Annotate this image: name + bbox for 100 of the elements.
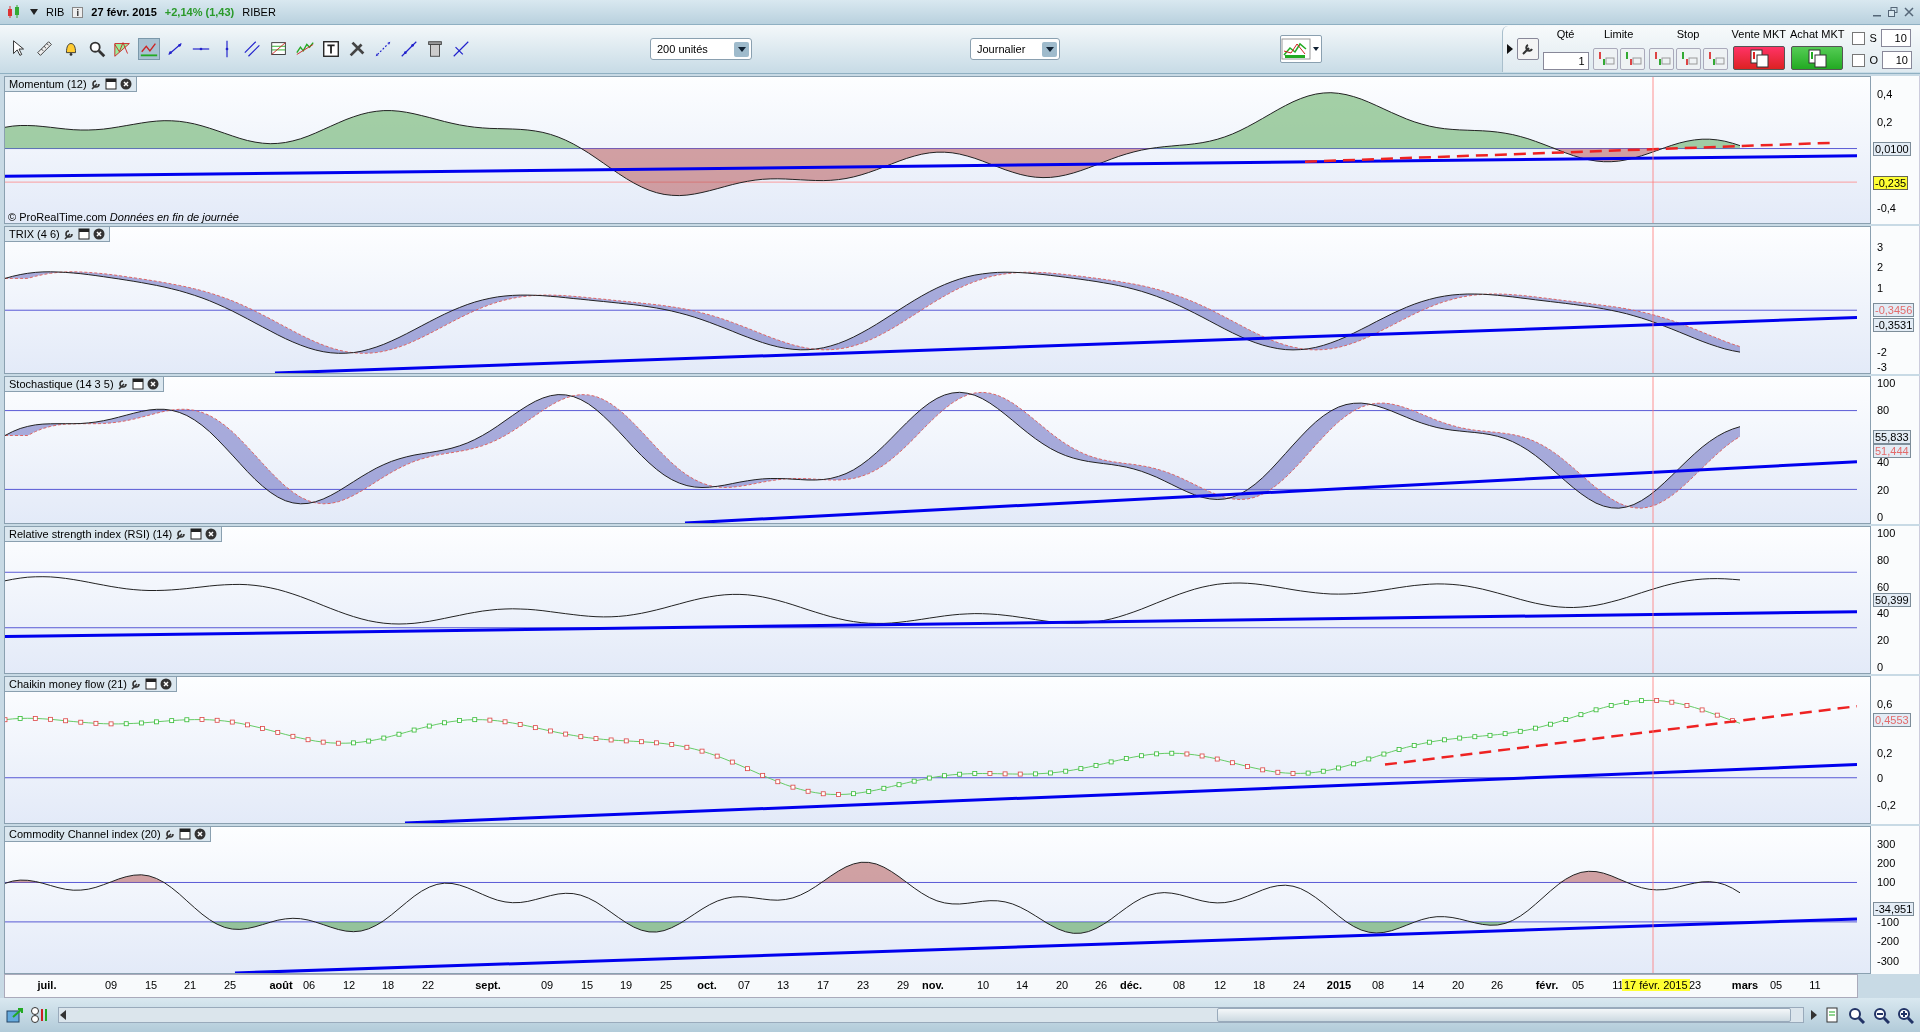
date-label: nov. — [922, 979, 944, 991]
date-label: 05 — [1571, 979, 1585, 991]
date-label: 11 — [1612, 979, 1624, 991]
caret-icon[interactable] — [1045, 46, 1054, 52]
scroll-left-icon[interactable] — [59, 1010, 67, 1020]
axis-tick-label: -100 — [1877, 916, 1900, 929]
print-icon[interactable] — [1824, 1007, 1840, 1023]
value-badge: -34,951 — [1873, 901, 1915, 916]
checkbox[interactable] — [1852, 53, 1866, 67]
wrench-icon — [1520, 42, 1535, 56]
sell-market-button[interactable] — [1732, 46, 1785, 70]
window-icon[interactable] — [104, 78, 117, 90]
axis-tick-label: 0 — [1877, 660, 1884, 673]
date-label: 15 — [144, 979, 158, 991]
value-badge: 51,444 — [1873, 444, 1911, 459]
scroll-thumb[interactable] — [1217, 1008, 1791, 1022]
axis-tick-label: 0,2 — [1877, 115, 1893, 128]
date-label: 14 — [1411, 979, 1425, 991]
close-icon[interactable] — [160, 678, 172, 690]
caret-icon[interactable] — [737, 46, 746, 52]
wrench-icon[interactable] — [175, 528, 188, 540]
candlestick-icon[interactable] — [6, 5, 22, 19]
wrench-icon[interactable] — [116, 378, 129, 390]
trash-icon[interactable] — [425, 38, 445, 60]
buy-market-label: Achat MKT — [1790, 28, 1845, 40]
date-label: 08 — [1371, 979, 1385, 991]
axis-tick-label: 0,2 — [1877, 746, 1893, 759]
close-icon[interactable] — [193, 828, 206, 840]
axis-tick-label: -3 — [1877, 360, 1887, 373]
wrench-icon[interactable] — [163, 828, 176, 840]
date-label: 21 — [183, 979, 197, 991]
wrench-icon[interactable] — [89, 78, 102, 90]
value-badge: 55,833 — [1873, 429, 1911, 444]
axis-tick-label: 0 — [1877, 510, 1884, 523]
zoom-in-icon[interactable] — [1896, 1006, 1914, 1024]
axis-tick-label: 0 — [1877, 772, 1884, 785]
window-icon[interactable] — [178, 828, 191, 840]
option-value-field[interactable]: 10 — [1882, 51, 1912, 69]
wrench-icon[interactable] — [130, 678, 142, 690]
text-tool-icon[interactable] — [321, 38, 341, 60]
value-badge: 0,0100 — [1873, 141, 1911, 156]
share-icon[interactable] — [6, 1007, 24, 1023]
date-label: 25 — [659, 979, 673, 991]
settings-button[interactable] — [1516, 38, 1539, 60]
zoom-out-icon[interactable] — [1872, 1006, 1890, 1024]
checkbox[interactable] — [1852, 31, 1866, 45]
window-icon[interactable] — [145, 678, 157, 690]
trend-line[interactable] — [5, 154, 1857, 178]
order-type-button[interactable] — [1675, 48, 1701, 70]
axis-tick-label: -2 — [1877, 345, 1887, 358]
axis-tick-label: 20 — [1877, 633, 1890, 646]
date-label: 19 — [619, 979, 633, 991]
zoom-fit-icon[interactable] — [1846, 1006, 1866, 1024]
price-change: +2,14% (1,43) — [164, 6, 235, 18]
order-type-button[interactable] — [1702, 48, 1728, 70]
window-icon[interactable] — [131, 378, 144, 390]
info-icon[interactable] — [72, 6, 84, 18]
date-label: 10 — [976, 979, 990, 991]
date-label: 2015 — [1326, 979, 1352, 991]
quantity-field[interactable]: 1 — [1542, 52, 1589, 70]
order-type-button[interactable] — [1619, 48, 1645, 70]
close-icon[interactable] — [92, 228, 105, 240]
scroll-right-icon[interactable] — [1810, 1010, 1818, 1020]
close-icon[interactable] — [146, 378, 159, 390]
axis-tick-label: -0,2 — [1877, 798, 1896, 811]
date-label: oct. — [697, 979, 717, 991]
restore-icon[interactable] — [1888, 7, 1898, 17]
axis-tick-label: 80 — [1877, 404, 1890, 417]
dashed-trend-line[interactable] — [1384, 704, 1857, 766]
window-icon[interactable] — [77, 228, 90, 240]
order-type-button[interactable] — [1592, 48, 1618, 70]
units-dropdown[interactable]: 200 unités — [650, 38, 752, 60]
caret-icon[interactable] — [30, 9, 38, 15]
wrench-icon[interactable] — [62, 228, 75, 240]
option-value-field[interactable]: 10 — [1880, 29, 1911, 47]
chart-style-dropdown[interactable] — [1280, 35, 1322, 63]
horizontal-scrollbar[interactable] — [58, 1007, 1804, 1023]
trend-line[interactable] — [5, 610, 1857, 638]
period-dropdown[interactable]: Journalier — [970, 38, 1060, 60]
date-label: 24 — [1292, 979, 1306, 991]
value-badge: 50,399 — [1873, 593, 1911, 607]
panel-title: Commodity Channel index (20) — [9, 828, 161, 840]
trend-line[interactable] — [274, 316, 1857, 373]
trend-line[interactable] — [684, 460, 1857, 523]
date-label: 09 — [104, 979, 118, 991]
stop-label: Stop — [1676, 28, 1700, 40]
date-label: déc. — [1120, 979, 1142, 991]
order-type-button[interactable] — [1648, 48, 1674, 70]
trend-line[interactable] — [234, 917, 1857, 973]
expand-arrow-icon[interactable] — [1506, 44, 1513, 54]
buy-market-button[interactable] — [1791, 46, 1844, 70]
date-label: août — [269, 979, 293, 991]
date-label: 09 — [540, 979, 554, 991]
close-icon[interactable] — [119, 78, 132, 90]
window-icon[interactable] — [190, 528, 203, 540]
axis-tick-label: 1 — [1877, 282, 1884, 295]
close-icon[interactable] — [205, 528, 218, 540]
trend-line[interactable] — [404, 763, 1857, 823]
cursor-date-label: 17 févr. 2015 — [1622, 979, 1690, 991]
date-label: févr. — [1535, 979, 1559, 991]
